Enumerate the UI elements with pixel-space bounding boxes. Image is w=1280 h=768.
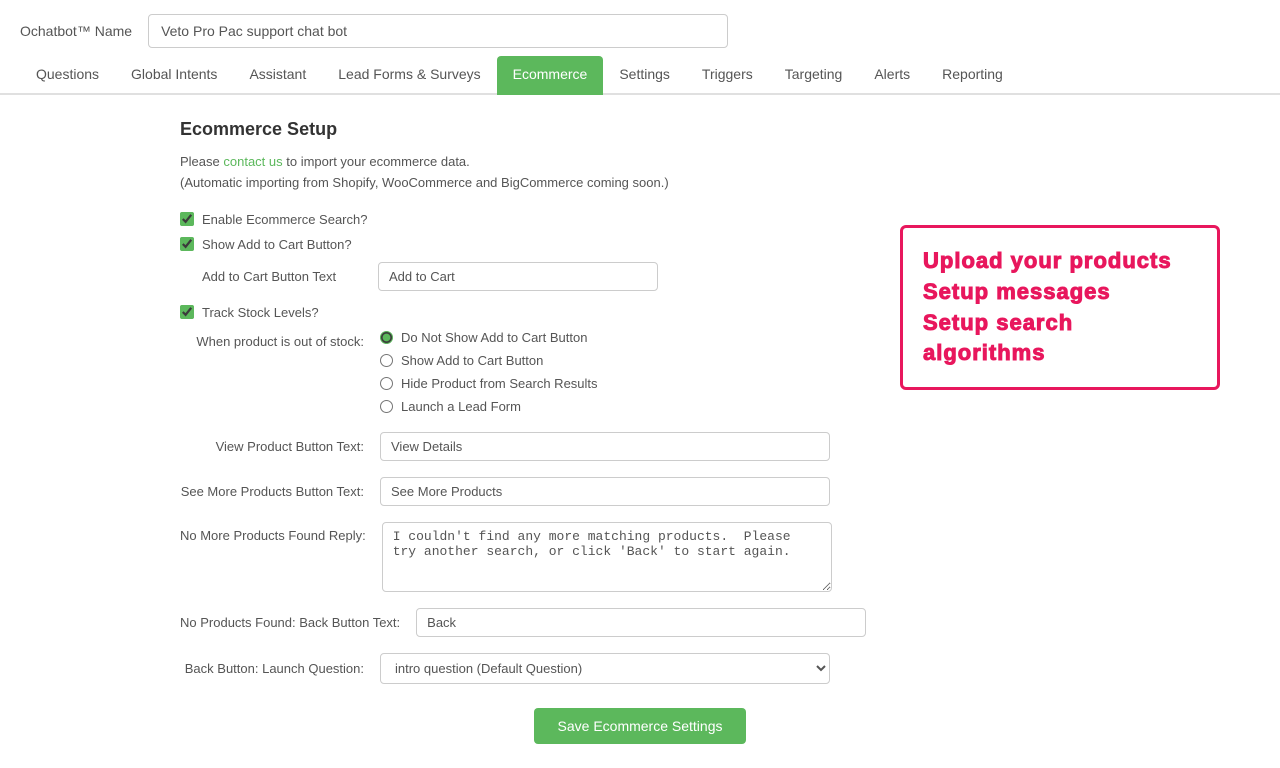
no-more-textarea[interactable]: I couldn't find any more matching produc…: [382, 522, 832, 592]
back-button-select[interactable]: intro question (Default Question): [380, 653, 830, 684]
out-of-stock-label: When product is out of stock:: [180, 330, 380, 349]
oos-option-1: Do Not Show Add to Cart Button: [380, 330, 598, 345]
desc-prefix: Please: [180, 154, 223, 169]
see-more-row: See More Products Button Text:: [180, 477, 1100, 506]
oos-label-1[interactable]: Do Not Show Add to Cart Button: [401, 330, 587, 345]
contact-link[interactable]: contact us: [223, 154, 282, 169]
nav-questions[interactable]: Questions: [20, 56, 115, 95]
save-button-row: Save Ecommerce Settings: [180, 708, 1100, 744]
oos-label-3[interactable]: Hide Product from Search Results: [401, 376, 598, 391]
no-products-label: No Products Found: Back Button Text:: [180, 615, 416, 630]
no-products-input[interactable]: [416, 608, 866, 637]
nav-triggers[interactable]: Triggers: [686, 56, 769, 95]
nav-assistant[interactable]: Assistant: [233, 56, 322, 95]
add-to-cart-btn-input[interactable]: [378, 262, 658, 291]
oos-option-2: Show Add to Cart Button: [380, 353, 598, 368]
nav-settings[interactable]: Settings: [603, 56, 686, 95]
desc-suffix: to import your ecommerce data.: [283, 154, 470, 169]
header: Ochatbot™ Name: [0, 0, 1280, 56]
add-to-cart-btn-label: Add to Cart Button Text: [202, 269, 362, 284]
oos-radio-1[interactable]: [380, 331, 393, 344]
view-product-row: View Product Button Text:: [180, 432, 1100, 461]
no-products-row: No Products Found: Back Button Text:: [180, 608, 1100, 637]
desc-sub: (Automatic importing from Shopify, WooCo…: [180, 175, 669, 190]
nav-ecommerce[interactable]: Ecommerce: [497, 56, 604, 95]
track-stock-checkbox[interactable]: [180, 305, 194, 319]
back-button-row: Back Button: Launch Question: intro ques…: [180, 653, 1100, 684]
oos-option-4: Launch a Lead Form: [380, 399, 598, 414]
oos-radio-3[interactable]: [380, 377, 393, 390]
view-product-label: View Product Button Text:: [180, 439, 380, 454]
show-add-to-cart-checkbox[interactable]: [180, 237, 194, 251]
view-product-input[interactable]: [380, 432, 830, 461]
out-of-stock-options: Do Not Show Add to Cart Button Show Add …: [380, 330, 598, 414]
nav-targeting[interactable]: Targeting: [769, 56, 859, 95]
show-add-to-cart-label[interactable]: Show Add to Cart Button?: [202, 237, 352, 252]
see-more-input[interactable]: [380, 477, 830, 506]
nav-lead-forms[interactable]: Lead Forms & Surveys: [322, 56, 496, 95]
no-more-label: No More Products Found Reply:: [180, 522, 382, 543]
nav-global-intents[interactable]: Global Intents: [115, 56, 233, 95]
bot-name-input[interactable]: [148, 14, 728, 48]
promo-line1: Upload your products: [923, 246, 1197, 277]
nav-reporting[interactable]: Reporting: [926, 56, 1019, 95]
oos-radio-2[interactable]: [380, 354, 393, 367]
nav-alerts[interactable]: Alerts: [858, 56, 926, 95]
section-title: Ecommerce Setup: [180, 119, 1100, 140]
oos-option-3: Hide Product from Search Results: [380, 376, 598, 391]
bot-name-label: Ochatbot™ Name: [20, 23, 132, 39]
save-ecommerce-button[interactable]: Save Ecommerce Settings: [534, 708, 747, 744]
content-area: Ecommerce Setup Please contact us to imp…: [0, 95, 1280, 768]
enable-ecommerce-checkbox[interactable]: [180, 212, 194, 226]
promo-line2: Setup messages: [923, 277, 1197, 308]
track-stock-label[interactable]: Track Stock Levels?: [202, 305, 319, 320]
promo-line3: Setup search algorithms: [923, 308, 1197, 370]
back-button-label: Back Button: Launch Question:: [180, 661, 380, 676]
promo-box: Upload your products Setup messages Setu…: [900, 225, 1220, 390]
oos-label-4[interactable]: Launch a Lead Form: [401, 399, 521, 414]
section-description: Please contact us to import your ecommer…: [180, 152, 1100, 194]
see-more-label: See More Products Button Text:: [180, 484, 380, 499]
no-more-row: No More Products Found Reply: I couldn't…: [180, 522, 1100, 592]
oos-label-2[interactable]: Show Add to Cart Button: [401, 353, 543, 368]
oos-radio-4[interactable]: [380, 400, 393, 413]
enable-ecommerce-label[interactable]: Enable Ecommerce Search?: [202, 212, 367, 227]
main-nav: Questions Global Intents Assistant Lead …: [0, 56, 1280, 95]
